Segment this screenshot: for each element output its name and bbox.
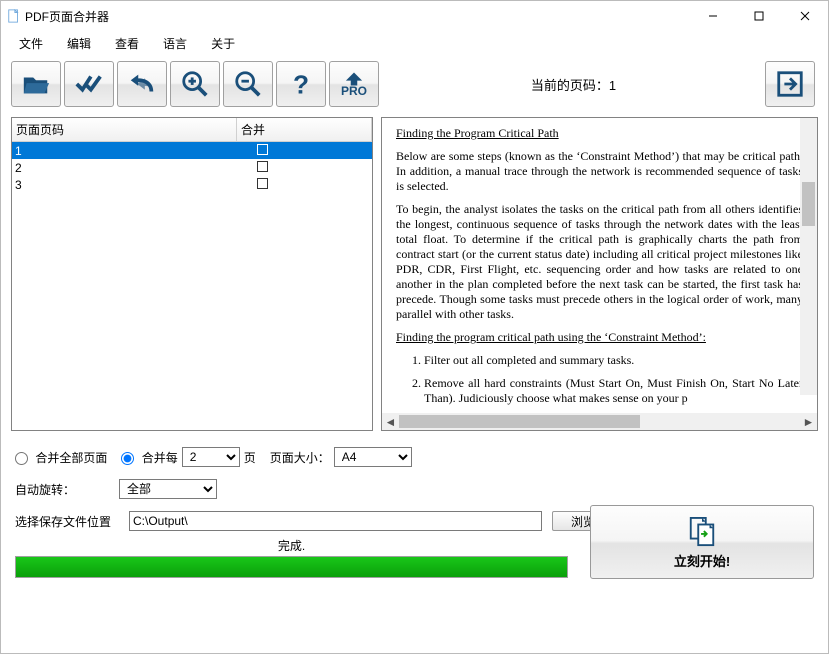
auto-rotate-select[interactable]: 全部 [119, 479, 217, 499]
scroll-right-icon[interactable]: ► [800, 413, 817, 430]
scrollbar-thumb[interactable] [802, 182, 815, 226]
cell-merge [237, 178, 372, 192]
preview-list-item-1: Filter out all completed and summary tas… [424, 353, 803, 368]
cell-page: 1 [12, 144, 237, 158]
help-button[interactable]: ? [276, 61, 326, 107]
current-page-label: 当前的页码：1 [382, 75, 765, 94]
document-icon [7, 9, 21, 23]
pages-unit-label: 页 [244, 449, 256, 466]
table-row[interactable]: 2 [12, 159, 372, 176]
cell-page: 2 [12, 161, 237, 175]
cell-merge [237, 144, 372, 158]
menu-bar: 文件 编辑 查看 语言 关于 [1, 31, 828, 55]
column-header-page[interactable]: 页面页码 [12, 118, 237, 141]
pages-per-merge-select[interactable]: 2 [182, 447, 240, 467]
apply-all-button[interactable] [64, 61, 114, 107]
preview-heading-1: Finding the Program Critical Path [396, 126, 559, 140]
zoom-in-icon [180, 69, 210, 99]
zoom-in-button[interactable] [170, 61, 220, 107]
menu-file[interactable]: 文件 [7, 32, 55, 55]
merge-checkbox[interactable] [257, 178, 268, 189]
output-location-label: 选择保存文件位置 [15, 513, 111, 530]
progress-area: 完成. [15, 537, 568, 579]
progress-bar [15, 556, 568, 578]
menu-edit[interactable]: 编辑 [55, 32, 103, 55]
table-header: 页面页码 合并 [12, 118, 372, 142]
output-path-input[interactable] [129, 511, 542, 531]
vertical-scrollbar[interactable] [800, 118, 817, 395]
cell-merge [237, 161, 372, 175]
minimize-button[interactable] [690, 1, 736, 31]
preview-paragraph-1: Below are some steps (known as the ‘Cons… [396, 149, 803, 194]
preview-heading-2: Finding the program critical path using … [396, 330, 706, 344]
scrollbar-thumb-h[interactable] [399, 415, 640, 428]
folder-open-icon [21, 69, 51, 99]
preview-pane: Finding the Program Critical Path Below … [381, 117, 818, 431]
menu-view[interactable]: 查看 [103, 32, 151, 55]
title-bar: PDF页面合并器 [1, 1, 828, 31]
svg-text:?: ? [293, 69, 309, 99]
close-button[interactable] [782, 1, 828, 31]
merge-all-radio[interactable]: 合并全部页面 [15, 449, 107, 466]
window-title: PDF页面合并器 [25, 8, 109, 25]
maximize-button[interactable] [736, 1, 782, 31]
bottom-bar: 完成. 立刻开始! [1, 537, 828, 593]
merge-every-radio[interactable]: 合并每 [121, 449, 177, 466]
undo-icon [127, 69, 157, 99]
horizontal-scrollbar[interactable]: ◄ ► [382, 413, 817, 430]
table-body[interactable]: 1 2 3 [12, 142, 372, 430]
exit-button[interactable] [765, 61, 815, 107]
open-button[interactable] [11, 61, 61, 107]
column-header-merge[interactable]: 合并 [237, 118, 372, 141]
scroll-left-icon[interactable]: ◄ [382, 413, 399, 430]
help-icon: ? [286, 69, 316, 99]
preview-paragraph-2: To begin, the analyst isolates the tasks… [396, 202, 803, 322]
page-size-select[interactable]: A4 [334, 447, 412, 467]
page-size-label: 页面大小： [270, 449, 330, 466]
menu-language[interactable]: 语言 [151, 32, 199, 55]
merge-checkbox[interactable] [257, 161, 268, 172]
start-button-label: 立刻开始! [674, 551, 730, 570]
toolbar: ? PRO 当前的页码：1 [1, 55, 828, 113]
page-table: 页面页码 合并 1 2 3 [11, 117, 373, 431]
zoom-out-button[interactable] [223, 61, 273, 107]
preview-list-item-2: Remove all hard constraints (Must Start … [424, 376, 803, 406]
auto-rotate-label: 自动旋转： [15, 481, 75, 498]
start-icon [687, 515, 717, 549]
cell-page: 3 [12, 178, 237, 192]
table-row[interactable]: 3 [12, 176, 372, 193]
start-button[interactable]: 立刻开始! [590, 505, 814, 579]
undo-button[interactable] [117, 61, 167, 107]
preview-content: Finding the Program Critical Path Below … [382, 118, 817, 413]
pro-label: PRO [341, 84, 367, 98]
menu-about[interactable]: 关于 [199, 32, 247, 55]
merge-checkbox[interactable] [257, 144, 268, 155]
zoom-out-icon [233, 69, 263, 99]
exit-icon [775, 69, 805, 99]
double-check-icon [74, 69, 104, 99]
main-content: 页面页码 合并 1 2 3 Finding the Program Critical… [1, 113, 828, 437]
table-row[interactable]: 1 [12, 142, 372, 159]
pro-button[interactable]: PRO [329, 61, 379, 107]
progress-label: 完成. [15, 537, 568, 556]
